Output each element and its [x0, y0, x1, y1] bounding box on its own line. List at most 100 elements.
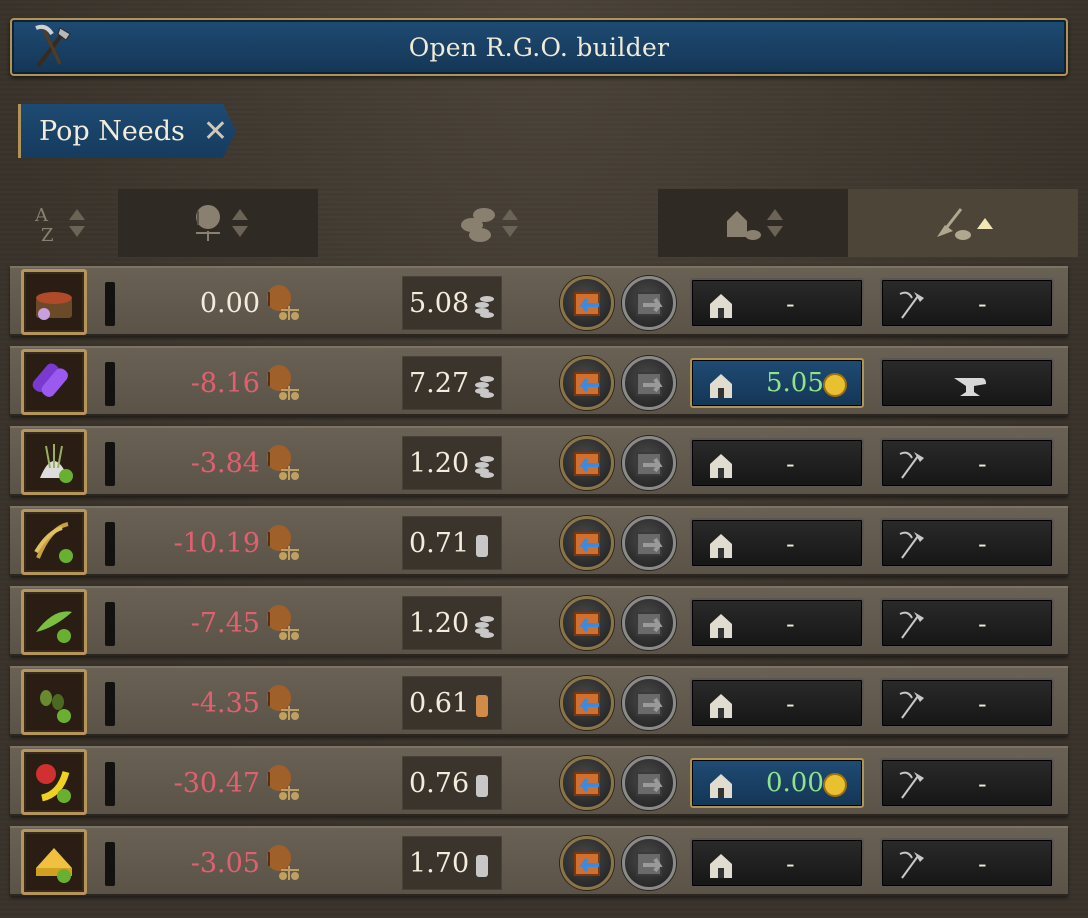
crate-export-icon [636, 772, 663, 796]
build-factory-button[interactable]: 0.00 [690, 758, 864, 808]
sort-arrows [502, 209, 518, 237]
price-value: 0.71 [409, 527, 470, 559]
sort-price-button[interactable] [318, 189, 658, 257]
sort-factory-button[interactable] [658, 189, 848, 257]
factory-profit-value: 5.05 [766, 368, 824, 398]
build-rgo-button[interactable]: - [880, 598, 1054, 648]
crate-import-icon [574, 852, 600, 876]
factory-icon [710, 774, 732, 798]
crate-export-icon [636, 612, 663, 636]
close-icon[interactable]: ✕ [203, 114, 228, 149]
import-button[interactable] [560, 836, 614, 890]
cheese-icon[interactable] [21, 829, 87, 895]
shovel-pickaxe-icon [899, 611, 924, 639]
legumes-icon[interactable] [21, 589, 87, 655]
price-value: 1.70 [409, 847, 470, 879]
goods-row: -30.47 0.76 0.00 - [10, 746, 1068, 816]
slot-bar [105, 282, 115, 326]
barrel-scale-icon [267, 285, 299, 320]
sort-header: A Z [0, 189, 1088, 257]
export-button[interactable] [622, 756, 676, 810]
crate-export-icon [636, 532, 663, 556]
build-factory-button[interactable]: - [690, 838, 864, 888]
build-rgo-button[interactable]: - [880, 678, 1054, 728]
price-box: 7.27 [402, 356, 502, 410]
pop-needs-filter-tag[interactable]: Pop Needs ✕ [18, 104, 236, 158]
build-rgo-button[interactable] [880, 358, 1054, 408]
import-button[interactable] [560, 516, 614, 570]
goods-row: -3.84 1.20 - - [10, 426, 1068, 496]
build-rgo-button[interactable]: - [880, 518, 1054, 568]
crate-import-icon [574, 692, 600, 716]
build-rgo-button[interactable]: - [880, 438, 1054, 488]
slot-bar [105, 602, 115, 646]
silk-cloth-icon[interactable] [21, 349, 87, 415]
export-button[interactable] [622, 836, 676, 890]
barrel-scale-icon [267, 685, 299, 720]
export-button[interactable] [622, 516, 676, 570]
wheat-icon[interactable] [21, 509, 87, 575]
build-factory-button[interactable]: - [690, 518, 864, 568]
crate-import-icon [574, 772, 600, 796]
barrel-scale-icon [267, 605, 299, 640]
crate-export-icon [636, 692, 663, 716]
sort-arrows [767, 209, 783, 237]
crate-import-icon [574, 532, 600, 556]
open-rgo-builder-button[interactable]: Open R.G.O. builder [10, 18, 1068, 76]
slot-bar [105, 522, 115, 566]
barrel-scale-icon [267, 365, 299, 400]
crate-import-icon [574, 452, 600, 476]
build-rgo-button[interactable]: - [880, 758, 1054, 808]
silver-coins-icon [475, 456, 494, 478]
crate-export-icon [636, 292, 663, 316]
build-factory-button[interactable]: - [690, 598, 864, 648]
shovel-pickaxe-icon [899, 531, 924, 559]
olives-icon[interactable] [21, 669, 87, 735]
factory-value: - [786, 690, 795, 718]
build-rgo-button[interactable]: - [880, 278, 1054, 328]
rice-grain-icon[interactable] [21, 429, 87, 495]
silver-coins-icon [475, 376, 494, 398]
build-factory-button[interactable]: - [690, 438, 864, 488]
build-rgo-button[interactable]: - [880, 838, 1054, 888]
spices-icon[interactable] [21, 269, 87, 335]
import-button[interactable] [560, 276, 614, 330]
export-button[interactable] [622, 436, 676, 490]
build-factory-button[interactable]: - [690, 278, 864, 328]
silver-coins-icon [476, 695, 488, 717]
anvil-icon [954, 378, 986, 396]
export-button[interactable] [622, 596, 676, 650]
price-box: 1.70 [402, 836, 502, 890]
import-button[interactable] [560, 436, 614, 490]
sort-alphabetical-button[interactable]: A Z [0, 189, 118, 257]
goods-row: -3.05 1.70 - - [10, 826, 1068, 896]
slot-bar [105, 442, 115, 486]
goods-row: -4.35 0.61 - - [10, 666, 1068, 736]
fruit-icon[interactable] [21, 749, 87, 815]
import-button[interactable] [560, 596, 614, 650]
price-value: 7.27 [409, 367, 470, 399]
export-button[interactable] [622, 356, 676, 410]
slot-bar [105, 842, 115, 886]
import-button[interactable] [560, 756, 614, 810]
export-button[interactable] [622, 276, 676, 330]
price-value: 0.76 [409, 767, 470, 799]
sort-rgo-button[interactable] [848, 189, 1078, 257]
gold-coin-icon [823, 373, 847, 397]
sort-balance-button[interactable] [118, 189, 318, 257]
export-button[interactable] [622, 676, 676, 730]
crate-import-icon [574, 612, 600, 636]
price-box: 0.71 [402, 516, 502, 570]
price-value: 1.20 [409, 447, 470, 479]
balance-value: -3.05 [190, 848, 260, 879]
factory-icon [710, 374, 732, 398]
build-factory-button[interactable]: 5.05 [690, 358, 864, 408]
barrel-scale-icon [267, 765, 299, 800]
import-button[interactable] [560, 676, 614, 730]
build-factory-button[interactable]: - [690, 678, 864, 728]
price-box: 5.08 [402, 276, 502, 330]
import-button[interactable] [560, 356, 614, 410]
gold-coin-icon [823, 773, 847, 797]
factory-icon [710, 534, 732, 558]
goods-row: -10.19 0.71 - - [10, 506, 1068, 576]
